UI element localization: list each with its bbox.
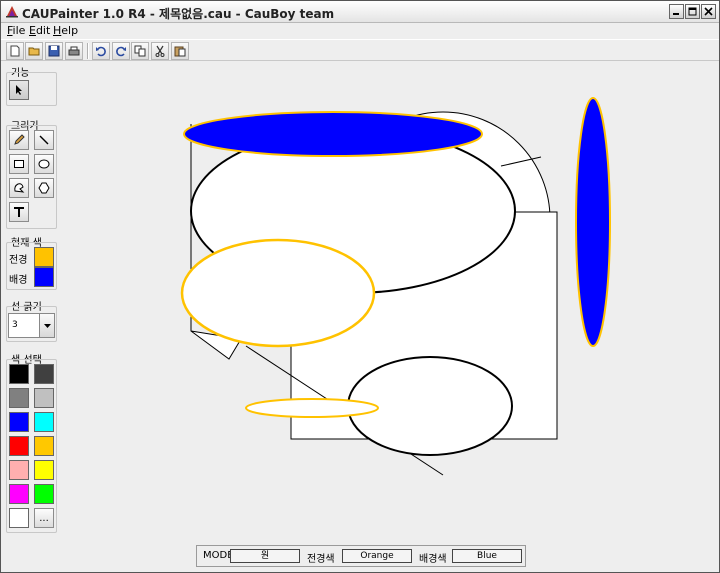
redo-button[interactable] <box>112 42 130 60</box>
orange-ellipse-shape[interactable] <box>180 238 376 348</box>
bg-color-label: 배경색 <box>419 554 447 565</box>
line-tool-button[interactable] <box>34 130 54 150</box>
blue-ellipse-shape[interactable] <box>183 111 483 157</box>
arrow-pointer-icon <box>16 85 22 95</box>
title-bar[interactable]: CAUPainter 1.0 R4 - 제목없음.cau - CauBoy te… <box>1 1 719 23</box>
rectangle-tool-button[interactable] <box>9 154 29 174</box>
redo-icon <box>116 46 126 57</box>
palette-color-swatch[interactable] <box>34 412 54 432</box>
menu-help[interactable]: Help <box>53 24 78 37</box>
paste-icon <box>174 46 186 57</box>
palette-color-swatch[interactable] <box>34 364 54 384</box>
background-color-swatch[interactable] <box>34 267 54 287</box>
maximize-icon <box>688 7 697 16</box>
save-button[interactable] <box>45 42 63 60</box>
open-folder-icon <box>28 47 40 56</box>
close-icon <box>704 7 713 16</box>
ellipse-icon <box>38 159 50 169</box>
chevron-down-icon <box>43 323 51 328</box>
window-title: CAUPainter 1.0 R4 - 제목없음.cau - CauBoy te… <box>22 7 335 21</box>
text-icon <box>14 207 24 217</box>
print-button[interactable] <box>65 42 83 60</box>
fg-color-value: Orange <box>342 549 412 563</box>
hexagon-icon <box>38 182 50 194</box>
rectangle-icon <box>14 160 24 168</box>
palette-color-swatch[interactable] <box>9 508 29 528</box>
new-file-icon <box>10 45 20 57</box>
undo-button[interactable] <box>92 42 110 60</box>
fg-color-label: 전경색 <box>307 554 335 565</box>
more-colors-label: ... <box>39 512 49 524</box>
palette-color-swatch[interactable] <box>34 484 54 504</box>
new-button[interactable] <box>6 42 24 60</box>
maximize-button[interactable] <box>685 4 700 19</box>
palette-color-swatch[interactable] <box>9 460 29 480</box>
foreground-color-swatch[interactable] <box>34 247 54 267</box>
palette-color-swatch[interactable] <box>34 460 54 480</box>
minimize-button[interactable] <box>669 4 684 19</box>
select-tool-button[interactable] <box>9 80 29 100</box>
palette-color-swatch[interactable] <box>34 388 54 408</box>
mode-label: MODE <box>203 550 234 561</box>
status-bar: MODE 원 전경색 Orange 배경색 Blue <box>196 545 526 567</box>
copy-button[interactable] <box>131 42 149 60</box>
save-icon <box>48 45 60 57</box>
foreground-label: 전경 <box>9 255 28 266</box>
line-icon <box>39 135 49 145</box>
close-button[interactable] <box>701 4 716 19</box>
menu-file[interactable]: File <box>7 24 25 37</box>
freeform-tool-button[interactable] <box>9 178 29 198</box>
palette-color-swatch[interactable] <box>9 388 29 408</box>
toolbar <box>1 39 719 61</box>
background-label: 배경 <box>9 275 28 286</box>
undo-icon <box>96 46 106 57</box>
polygon-tool-button[interactable] <box>34 178 54 198</box>
small-orange-ellipse-shape[interactable] <box>245 398 379 418</box>
text-tool-button[interactable] <box>9 202 29 222</box>
freeform-polygon-icon <box>14 183 25 193</box>
mode-value: 원 <box>230 549 300 563</box>
app-icon <box>6 6 18 18</box>
palette-color-swatch[interactable] <box>9 412 29 432</box>
drawing-canvas[interactable] <box>61 61 719 536</box>
palette-color-swatch[interactable] <box>9 484 29 504</box>
palette-color-swatch[interactable] <box>9 436 29 456</box>
pencil-icon <box>14 134 25 145</box>
palette-color-swatch[interactable] <box>9 364 29 384</box>
ellipse-tool-button[interactable] <box>34 154 54 174</box>
app-window: CAUPainter 1.0 R4 - 제목없음.cau - CauBoy te… <box>0 0 720 573</box>
minimize-icon <box>673 13 679 15</box>
toolbar-separator <box>87 43 89 59</box>
print-icon <box>68 46 80 56</box>
menu-bar: File Edit Help <box>1 23 719 39</box>
menu-edit[interactable]: Edit <box>29 24 50 37</box>
cut-button[interactable] <box>151 42 169 60</box>
cut-icon <box>155 45 165 57</box>
pencil-tool-button[interactable] <box>9 130 29 150</box>
bg-color-value: Blue <box>452 549 522 563</box>
paste-button[interactable] <box>171 42 189 60</box>
vertical-blue-ellipse-shape[interactable] <box>575 97 611 347</box>
palette-color-swatch[interactable] <box>34 436 54 456</box>
line-width-dropdown-button[interactable] <box>39 314 54 337</box>
copy-icon <box>134 45 146 57</box>
more-colors-button[interactable]: ... <box>34 508 54 528</box>
open-button[interactable] <box>25 42 43 60</box>
line-width-select[interactable]: 3 <box>8 313 55 338</box>
line-width-value: 3 <box>12 320 18 330</box>
